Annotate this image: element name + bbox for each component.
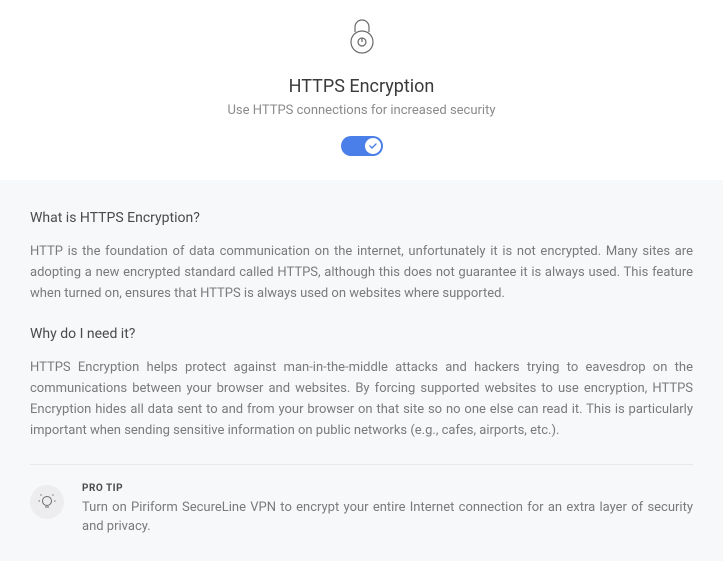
toggle-knob (365, 138, 381, 154)
page-title: HTTPS Encryption (0, 76, 723, 97)
section-heading-why: Why do I need it? (30, 326, 693, 342)
https-toggle[interactable] (341, 136, 383, 156)
header-section: HTTPS Encryption Use HTTPS connections f… (0, 0, 723, 180)
section-text-what: HTTP is the foundation of data communica… (30, 242, 693, 304)
content-section: What is HTTPS Encryption? HTTP is the fo… (0, 180, 723, 561)
divider (30, 464, 693, 465)
section-text-why: HTTPS Encryption helps protect against m… (30, 358, 693, 441)
protip-label: PRO TIP (82, 483, 693, 494)
lock-icon (347, 18, 377, 58)
lightbulb-icon (30, 485, 64, 519)
section-heading-what: What is HTTPS Encryption? (30, 210, 693, 226)
protip-row: PRO TIP Turn on Piriform SecureLine VPN … (30, 483, 693, 537)
page-subtitle: Use HTTPS connections for increased secu… (0, 103, 723, 118)
protip-text: Turn on Piriform SecureLine VPN to encry… (82, 498, 693, 537)
protip-content: PRO TIP Turn on Piriform SecureLine VPN … (82, 483, 693, 537)
